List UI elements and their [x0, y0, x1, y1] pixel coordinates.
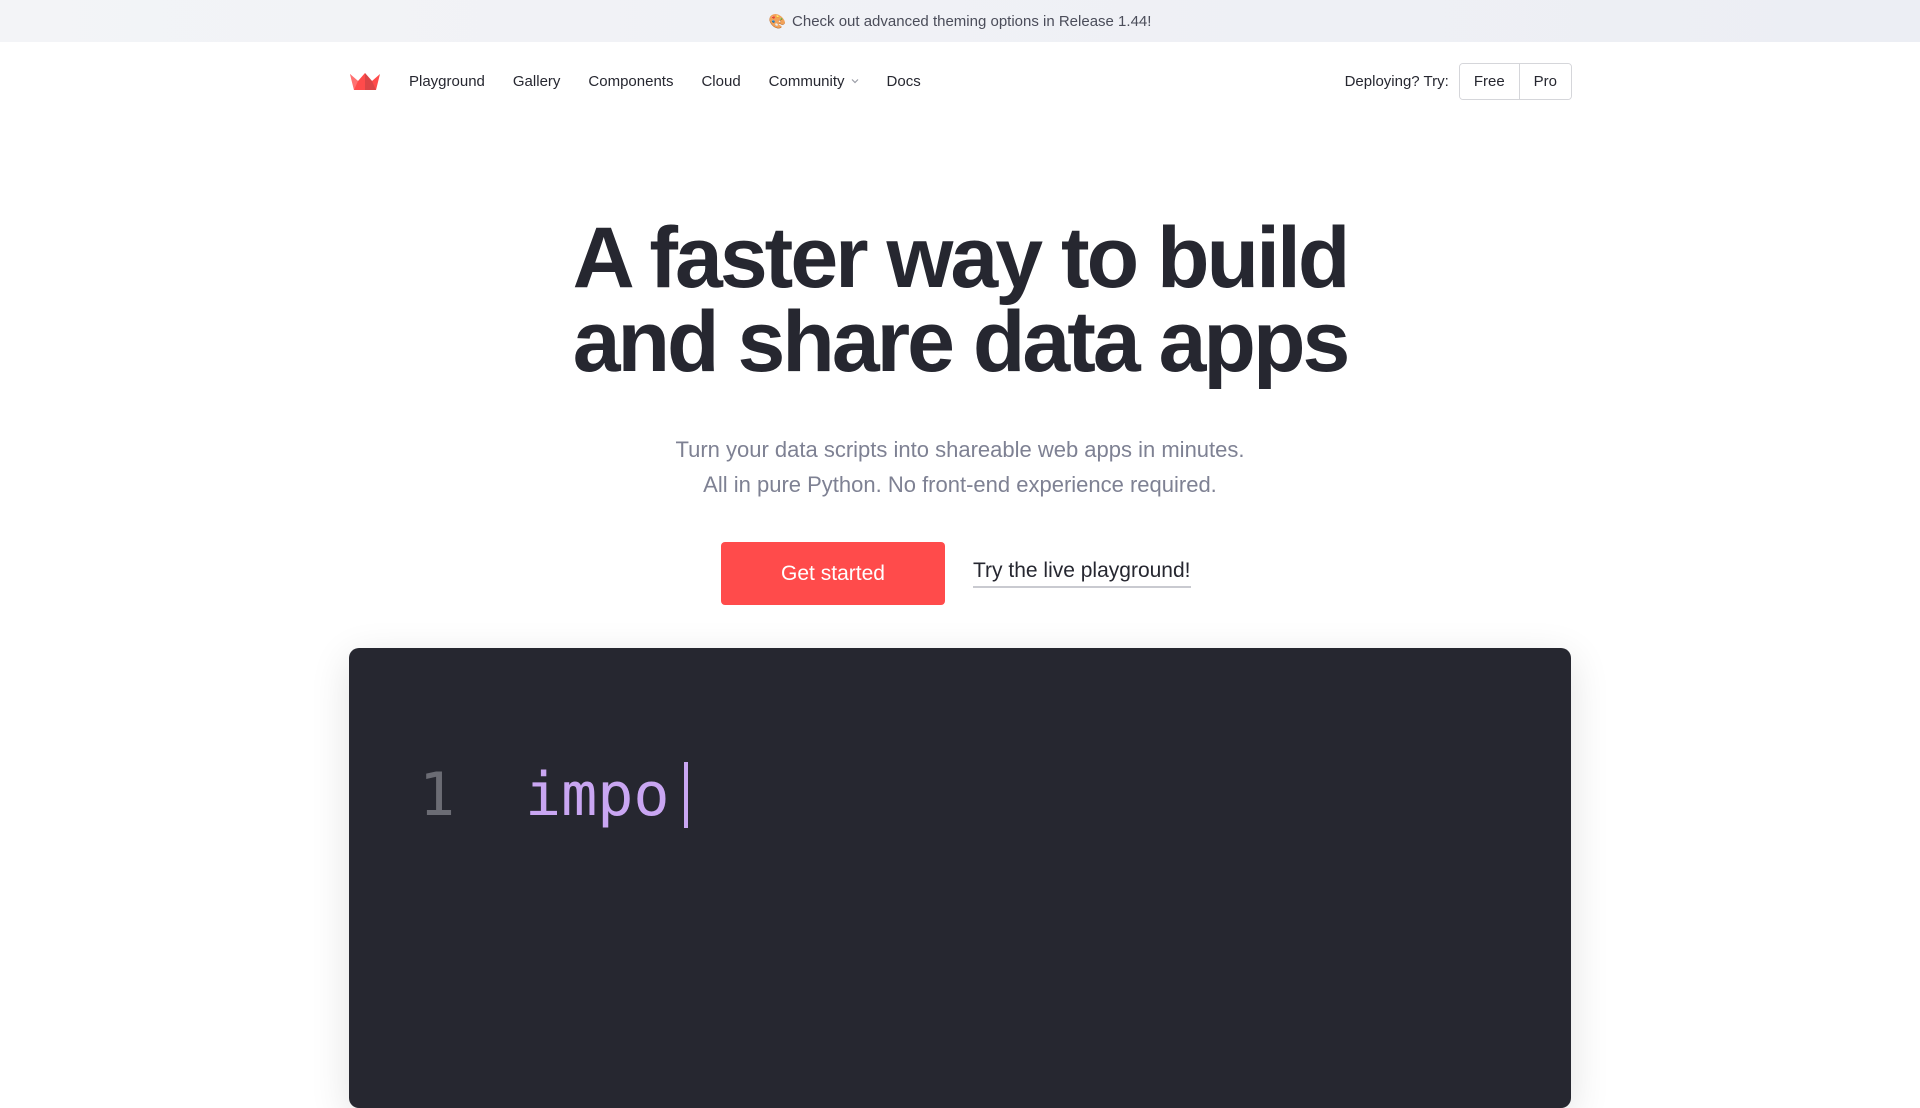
nav-item-docs[interactable]: Docs	[887, 73, 921, 90]
hero-title-line-2: and share data apps	[572, 294, 1351, 390]
palette-icon: 🎨	[768, 12, 787, 29]
nav-item-cloud[interactable]: Cloud	[701, 73, 740, 90]
code-text: impo	[525, 760, 670, 830]
announcement-bar[interactable]: 🎨 Check out advanced theming options in …	[0, 0, 1920, 42]
hero-title: A faster way to build and share data app…	[0, 210, 1920, 390]
pro-button[interactable]: Pro	[1518, 63, 1571, 99]
deploy-button-group: Free Pro	[1458, 62, 1572, 100]
hero-subtitle-line-2: All in pure Python. No front-end experie…	[703, 472, 1217, 497]
nav-item-playground[interactable]: Playground	[409, 73, 485, 90]
main-nav: Playground Gallery Components Cloud Comm…	[409, 73, 949, 90]
hero-title-line-1: A faster way to build	[572, 210, 1351, 306]
code-editor-panel: 1 impo	[349, 648, 1571, 1108]
nav-item-gallery[interactable]: Gallery	[513, 73, 561, 90]
line-number: 1	[419, 760, 456, 830]
chevron-down-icon	[851, 78, 859, 84]
site-header: Playground Gallery Components Cloud Comm…	[349, 62, 1572, 100]
nav-item-components[interactable]: Components	[588, 73, 673, 90]
streamlit-logo-icon[interactable]	[349, 70, 381, 92]
hero-subtitle: Turn your data scripts into shareable we…	[0, 432, 1920, 502]
code-line: 1 impo	[419, 760, 688, 830]
nav-item-community-label: Community	[768, 72, 845, 90]
text-cursor	[683, 762, 688, 828]
nav-item-community[interactable]: Community	[769, 73, 859, 90]
playground-link[interactable]: Try the live playground!	[973, 559, 1191, 588]
deploy-options: Deploying? Try: Free Pro	[1344, 62, 1572, 100]
announcement-text[interactable]: Check out advanced theming options in Re…	[792, 13, 1151, 30]
get-started-button[interactable]: Get started	[721, 542, 945, 605]
cta-row: Get started Try the live playground!	[721, 542, 1191, 605]
free-button[interactable]: Free	[1459, 63, 1519, 99]
deploy-label: Deploying? Try:	[1344, 72, 1449, 90]
hero-subtitle-line-1: Turn your data scripts into shareable we…	[675, 437, 1245, 462]
